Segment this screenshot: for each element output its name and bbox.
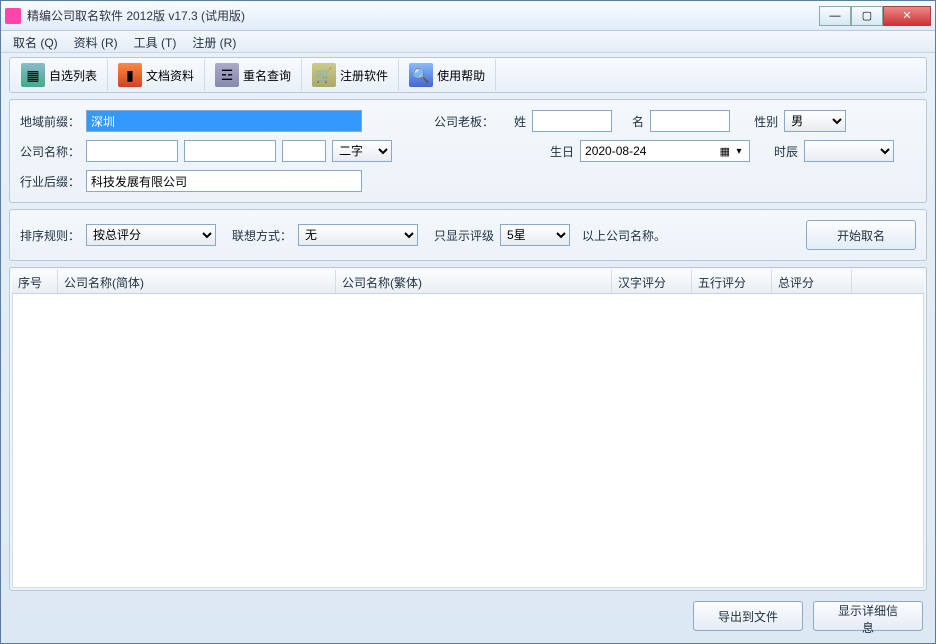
company-name-input-1[interactable] — [86, 140, 178, 162]
content-area: ▦ 自选列表 ▮ 文档资料 ☲ 重名查询 🛒 注册软件 🔍 使用帮助 地域 — [1, 53, 935, 643]
assoc-method-label: 联想方式： — [232, 227, 292, 244]
birthday-field[interactable]: ▦ ▾ — [580, 140, 750, 162]
close-button[interactable]: ✕ — [883, 6, 931, 26]
tool-label: 文档资料 — [146, 67, 194, 84]
search-icon: ☲ — [215, 63, 239, 87]
gender-select[interactable]: 男 — [784, 110, 846, 132]
tool-label: 重名查询 — [243, 67, 291, 84]
birthday-input[interactable] — [580, 140, 750, 162]
filter-panel: 排序规则： 按总评分 联想方式： 无 只显示评级 5星 以上公司名称。 开始取名 — [9, 209, 927, 261]
list-icon: ▦ — [21, 63, 45, 87]
birthday-label: 生日 — [550, 143, 574, 160]
toolbar: ▦ 自选列表 ▮ 文档资料 ☲ 重名查询 🛒 注册软件 🔍 使用帮助 — [9, 57, 927, 93]
bottom-buttons: 导出到文件 显示详细信息 — [9, 591, 927, 635]
tool-custom-list[interactable]: ▦ 自选列表 — [11, 59, 108, 91]
col-total-score[interactable]: 总评分 — [772, 270, 852, 293]
row-2: 公司名称： 二字 生日 ▦ ▾ 时辰 — [20, 140, 916, 162]
tool-doc-data[interactable]: ▮ 文档资料 — [108, 59, 205, 91]
maximize-button[interactable]: ▢ — [851, 6, 883, 26]
hour-label: 时辰 — [774, 143, 798, 160]
show-only-label: 只显示评级 — [434, 227, 494, 244]
minimize-button[interactable]: — — [819, 6, 851, 26]
col-wuxing-score[interactable]: 五行评分 — [692, 270, 772, 293]
menu-naming[interactable]: 取名 (Q) — [5, 31, 66, 52]
menu-data[interactable]: 资料 (R) — [66, 31, 126, 52]
company-name-label: 公司名称： — [20, 143, 80, 160]
tool-label: 使用帮助 — [437, 67, 485, 84]
tool-label: 自选列表 — [49, 67, 97, 84]
menu-register[interactable]: 注册 (R) — [184, 31, 244, 52]
menubar: 取名 (Q) 资料 (R) 工具 (T) 注册 (R) — [1, 31, 935, 53]
name-length-select[interactable]: 二字 — [332, 140, 392, 162]
gender-label: 性别 — [754, 113, 778, 130]
industry-suffix-input[interactable] — [86, 170, 362, 192]
col-name-traditional[interactable]: 公司名称(繁体) — [336, 270, 612, 293]
tool-register[interactable]: 🛒 注册软件 — [302, 59, 399, 91]
assoc-method-select[interactable]: 无 — [298, 224, 418, 246]
tool-label: 注册软件 — [340, 67, 388, 84]
col-hanzi-score[interactable]: 汉字评分 — [612, 270, 692, 293]
row-3: 行业后缀： — [20, 170, 916, 192]
hour-select[interactable] — [804, 140, 894, 162]
filter-row: 排序规则： 按总评分 联想方式： 无 只显示评级 5星 以上公司名称。 开始取名 — [20, 220, 916, 250]
tool-dup-check[interactable]: ☲ 重名查询 — [205, 59, 302, 91]
region-prefix-label: 地域前缀： — [20, 113, 80, 130]
star-select[interactable]: 5星 — [500, 224, 570, 246]
surname-input[interactable] — [532, 110, 612, 132]
menu-tools[interactable]: 工具 (T) — [126, 31, 185, 52]
results-header: 序号 公司名称(简体) 公司名称(繁体) 汉字评分 五行评分 总评分 — [12, 270, 924, 294]
sort-rule-select[interactable]: 按总评分 — [86, 224, 216, 246]
given-input[interactable] — [650, 110, 730, 132]
col-name-simplified[interactable]: 公司名称(简体) — [58, 270, 336, 293]
start-naming-button[interactable]: 开始取名 — [806, 220, 916, 250]
show-detail-button[interactable]: 显示详细信息 — [813, 601, 923, 631]
help-icon: 🔍 — [409, 63, 433, 87]
industry-suffix-label: 行业后缀： — [20, 173, 80, 190]
app-icon — [5, 8, 21, 24]
results-body[interactable] — [12, 294, 924, 588]
boss-label: 公司老板： — [434, 113, 494, 130]
surname-label: 姓 — [514, 113, 526, 130]
given-label: 名 — [632, 113, 644, 130]
col-no[interactable]: 序号 — [12, 270, 58, 293]
app-window: 精编公司取名软件 2012版 v17.3 (试用版) — ▢ ✕ 取名 (Q) … — [0, 0, 936, 644]
book-icon: ▮ — [118, 63, 142, 87]
sort-rule-label: 排序规则： — [20, 227, 80, 244]
company-name-input-2[interactable] — [184, 140, 276, 162]
row-1: 地域前缀： 公司老板： 姓 名 性别 男 — [20, 110, 916, 132]
company-name-input-3[interactable] — [282, 140, 326, 162]
titlebar: 精编公司取名软件 2012版 v17.3 (试用版) — ▢ ✕ — [1, 1, 935, 31]
region-prefix-input[interactable] — [86, 110, 362, 132]
input-panel: 地域前缀： 公司老板： 姓 名 性别 男 公司名称： 二字 生日 — [9, 99, 927, 203]
above-names-label: 以上公司名称。 — [582, 227, 666, 244]
window-controls: — ▢ ✕ — [819, 6, 931, 26]
tool-help[interactable]: 🔍 使用帮助 — [399, 59, 496, 91]
window-title: 精编公司取名软件 2012版 v17.3 (试用版) — [27, 7, 819, 24]
export-button[interactable]: 导出到文件 — [693, 601, 803, 631]
col-spacer — [852, 270, 924, 293]
cart-icon: 🛒 — [312, 63, 336, 87]
results-panel: 序号 公司名称(简体) 公司名称(繁体) 汉字评分 五行评分 总评分 — [9, 267, 927, 591]
